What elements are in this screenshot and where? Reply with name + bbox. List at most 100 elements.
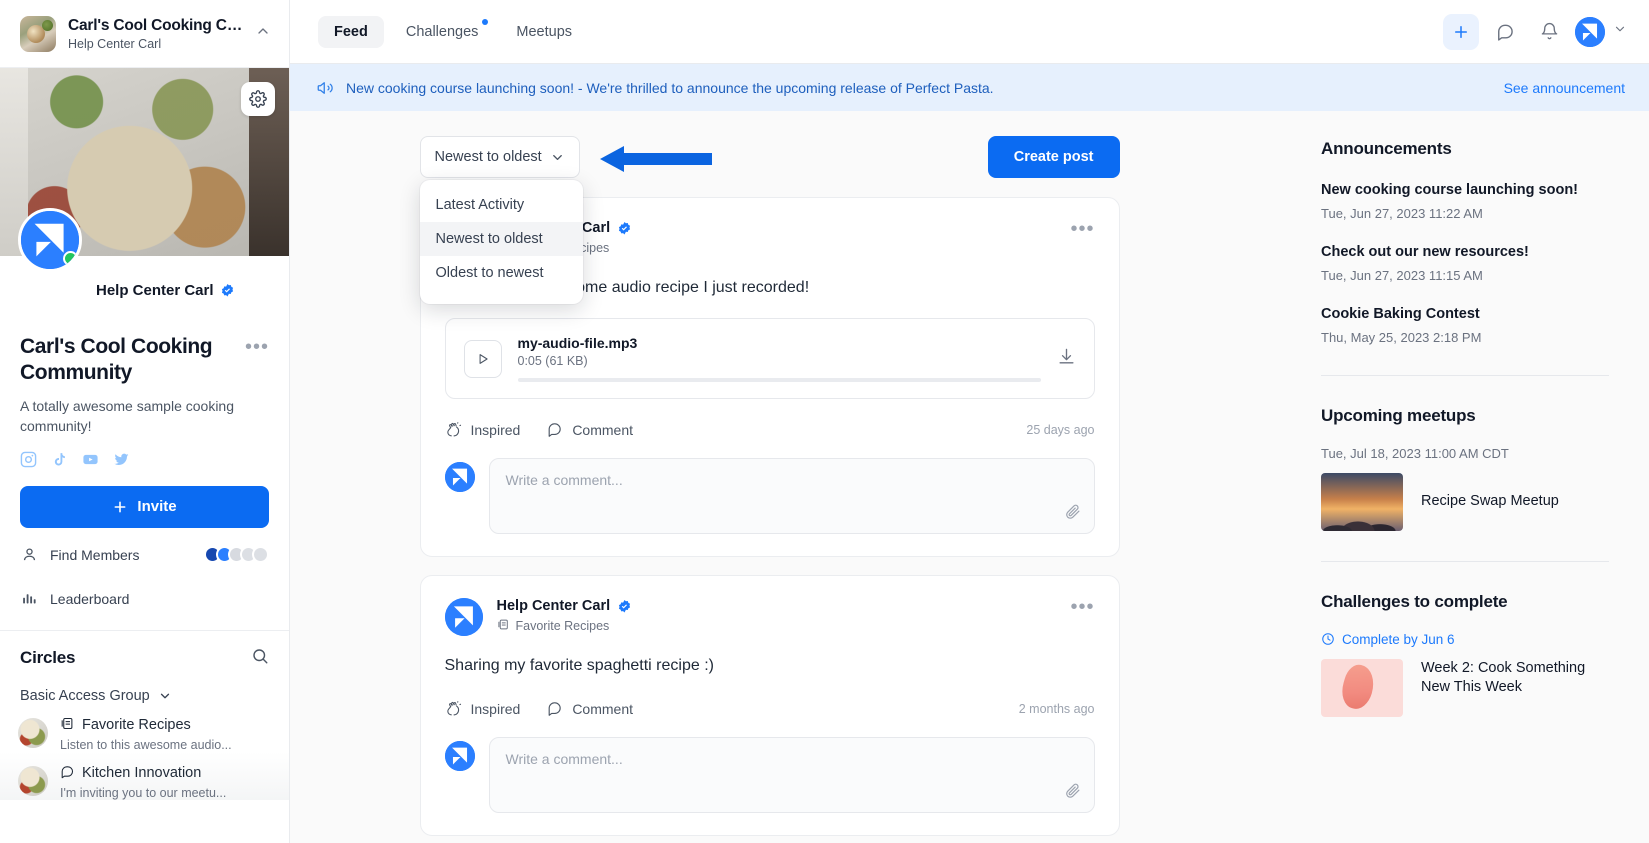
circle-group-selector[interactable]: Basic Access Group	[0, 670, 289, 704]
comment-input[interactable]: Write a comment...	[489, 458, 1095, 534]
attachment-icon[interactable]	[1064, 503, 1081, 523]
brand-logo-icon	[445, 741, 475, 771]
list-item[interactable]: Favorite Recipes Listen to this awesome …	[0, 704, 289, 752]
comment-placeholder: Write a comment...	[506, 472, 623, 488]
circle-thumbnail	[18, 718, 48, 748]
circles-title: Circles	[20, 648, 75, 668]
clock-icon	[1321, 632, 1335, 646]
sort-dropdown-value: Newest to oldest	[435, 149, 542, 165]
sort-dropdown-button[interactable]: Newest to oldest	[420, 136, 580, 178]
post-actions: Inspired Comment 2 months ago	[445, 678, 1095, 717]
plus-icon[interactable]	[1443, 14, 1479, 50]
comment-composer: Write a comment...	[445, 717, 1095, 835]
avatar[interactable]	[18, 208, 82, 272]
tab-meetups[interactable]: Meetups	[500, 16, 588, 48]
attachment-icon[interactable]	[1064, 782, 1081, 802]
bell-icon[interactable]	[1531, 14, 1567, 50]
community-description: A totally awesome sample cooking communi…	[20, 396, 269, 437]
messages-icon[interactable]	[1487, 14, 1523, 50]
community-switcher-title: Carl's Cool Cooking Com...	[68, 17, 243, 35]
tab-feed[interactable]: Feed	[318, 16, 384, 48]
meetup-item[interactable]: Recipe Swap Meetup	[1321, 473, 1609, 531]
brand-logo-icon	[445, 598, 483, 636]
announcement-date: Tue, Jun 27, 2023 11:15 AM	[1321, 268, 1609, 283]
challenge-due-label: Complete by Jun 6	[1342, 632, 1455, 647]
post-more-button[interactable]: •••	[1070, 220, 1094, 234]
community-switcher-subtitle: Help Center Carl	[68, 37, 243, 51]
chevron-up-icon[interactable]	[255, 23, 271, 44]
twitter-icon[interactable]	[113, 451, 130, 468]
challenge-name[interactable]: Week 2: Cook Something New This Week	[1421, 659, 1609, 698]
chevron-down-icon[interactable]	[1613, 22, 1627, 41]
circles-header: Circles	[0, 631, 289, 670]
sidebar-item-find-members[interactable]: Find Members	[0, 538, 289, 572]
comment-label: Comment	[572, 422, 633, 438]
sort-option-newest-to-oldest[interactable]: Newest to oldest	[420, 222, 583, 256]
announcement-item[interactable]: Cookie Baking Contest Thu, May 25, 2023 …	[1321, 305, 1609, 345]
left-sidebar: Carl's Cool Cooking Com... Help Center C…	[0, 0, 290, 843]
tab-label: Meetups	[516, 24, 572, 40]
avatar[interactable]	[445, 598, 483, 636]
feed-column: Newest to oldest Latest Activity Newest …	[290, 111, 1249, 843]
social-links	[20, 451, 269, 468]
clap-icon	[445, 421, 462, 438]
sort-option-latest-activity[interactable]: Latest Activity	[420, 188, 583, 222]
announcement-title[interactable]: Check out our new resources!	[1321, 243, 1609, 262]
posts-icon	[497, 618, 510, 634]
challenges-section: Challenges to complete Complete by Jun 6…	[1321, 592, 1609, 717]
verified-badge-icon	[220, 283, 235, 298]
inspired-label: Inspired	[471, 422, 521, 438]
create-post-button[interactable]: Create post	[988, 136, 1120, 178]
comment-button[interactable]: Comment	[546, 421, 633, 438]
comment-icon	[546, 421, 563, 438]
sort-option-oldest-to-newest[interactable]: Oldest to newest	[420, 256, 583, 290]
chevron-down-icon	[158, 689, 172, 703]
instagram-icon[interactable]	[20, 451, 37, 468]
announcement-item[interactable]: New cooking course launching soon! Tue, …	[1321, 181, 1609, 221]
post-card: Help Center Carl Favorite Recipes •••	[420, 575, 1120, 836]
member-avatar-stack[interactable]	[204, 546, 269, 563]
circle-thumbnail	[18, 766, 48, 796]
list-item[interactable]: Kitchen Innovation I'm inviting you to o…	[0, 752, 289, 800]
tab-challenges[interactable]: Challenges	[390, 16, 495, 48]
gear-icon[interactable]	[241, 82, 275, 116]
inspired-button[interactable]: Inspired	[445, 700, 521, 717]
comment-label: Comment	[572, 701, 633, 717]
rail-divider	[1321, 561, 1609, 562]
see-announcement-link[interactable]: See announcement	[1504, 80, 1625, 96]
owner-name-label: Help Center Carl	[96, 282, 214, 299]
page-title: Carl's Cool Cooking Community	[20, 334, 237, 386]
main-area: Feed Challenges Meetups	[290, 0, 1649, 843]
announcement-title[interactable]: New cooking course launching soon!	[1321, 181, 1609, 200]
avatar[interactable]	[1575, 17, 1605, 47]
content-area: Newest to oldest Latest Activity Newest …	[290, 111, 1649, 843]
post-more-button[interactable]: •••	[1070, 598, 1094, 612]
play-icon[interactable]	[464, 340, 502, 378]
tiktok-icon[interactable]	[51, 451, 68, 468]
post-space-name[interactable]: Favorite Recipes	[516, 619, 610, 633]
circle-preview: I'm inviting you to our meetu...	[60, 786, 269, 800]
search-icon[interactable]	[251, 647, 269, 670]
inspired-button[interactable]: Inspired	[445, 421, 521, 438]
invite-button[interactable]: Invite	[20, 486, 269, 528]
community-switcher[interactable]: Carl's Cool Cooking Com... Help Center C…	[0, 0, 289, 68]
download-icon[interactable]	[1057, 347, 1076, 371]
announcement-date: Thu, May 25, 2023 2:18 PM	[1321, 330, 1609, 345]
person-icon	[20, 546, 38, 563]
megaphone-icon	[316, 79, 334, 97]
sidebar-item-leaderboard[interactable]: Leaderboard	[0, 582, 289, 616]
challenge-item[interactable]: Week 2: Cook Something New This Week	[1321, 659, 1609, 717]
member-avatar	[252, 546, 269, 563]
comment-button[interactable]: Comment	[546, 700, 633, 717]
posts-icon	[60, 716, 75, 735]
comment-icon	[546, 700, 563, 717]
youtube-icon[interactable]	[82, 451, 99, 468]
community-more-button[interactable]: •••	[245, 334, 269, 354]
announcement-title[interactable]: Cookie Baking Contest	[1321, 305, 1609, 324]
brand-logo-icon	[1575, 17, 1605, 47]
meetup-name[interactable]: Recipe Swap Meetup	[1421, 492, 1559, 512]
tab-label: Challenges	[406, 24, 479, 40]
audio-progress-bar[interactable]	[518, 378, 1041, 382]
announcement-item[interactable]: Check out our new resources! Tue, Jun 27…	[1321, 243, 1609, 283]
comment-input[interactable]: Write a comment...	[489, 737, 1095, 813]
